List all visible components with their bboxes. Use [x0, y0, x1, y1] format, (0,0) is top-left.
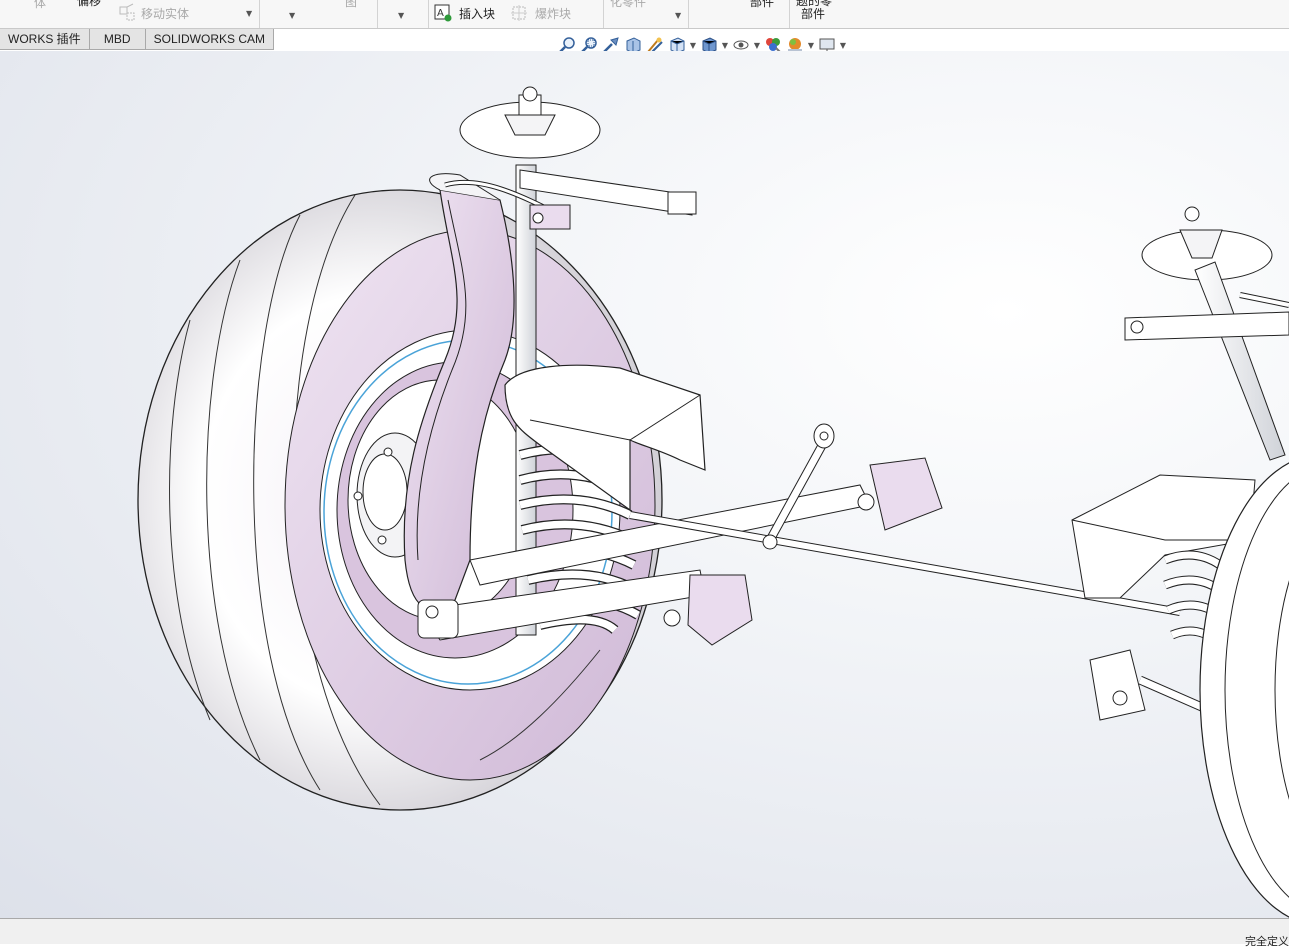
view-settings-dropdown-icon[interactable]: ▼ — [838, 41, 848, 50]
move-body-button[interactable]: 移动实体 — [141, 5, 189, 22]
tab-solidworks-addins[interactable]: WORKS 插件 — [0, 29, 90, 50]
suspension-assembly-model — [137, 86, 1289, 918]
top-part-label-2[interactable]: 部件 — [801, 5, 825, 22]
ribbon-dropdown-icon[interactable]: ▼ — [289, 11, 295, 20]
explode-block-button[interactable]: 爆炸块 — [535, 5, 571, 22]
ribbon-partial-label-2[interactable]: 化零件 — [610, 0, 646, 10]
view-orientation-dropdown-icon[interactable]: ▼ — [688, 41, 698, 50]
right-suspension — [1071, 206, 1289, 918]
insert-block-icon: A — [434, 4, 452, 25]
tab-mbd[interactable]: MBD — [89, 29, 146, 50]
command-manager-ribbon: 体 偏移 移动实体 ▼ ▼ 图 ▼ A 插入块 爆炸块 化零件 ▼ 部件 题的零… — [0, 0, 1289, 29]
svg-text:A: A — [437, 8, 444, 19]
command-manager-tabs: WORKS 插件 MBD SOLIDWORKS CAM — [0, 29, 275, 51]
ribbon-dropdown-icon-2[interactable]: ▼ — [398, 11, 404, 20]
ribbon-dropdown-icon-3[interactable]: ▼ — [675, 11, 681, 20]
status-bar: 完全定义 — [0, 918, 1289, 948]
insert-block-button[interactable]: 插入块 — [459, 5, 495, 22]
explode-block-icon — [510, 4, 528, 25]
ribbon-partial-label[interactable]: 图 — [345, 0, 357, 10]
offset-button[interactable]: 偏移 — [77, 0, 101, 9]
display-style-dropdown-icon[interactable]: ▼ — [720, 41, 730, 50]
apply-scene-dropdown-icon[interactable]: ▼ — [806, 41, 816, 50]
hide-show-dropdown-icon[interactable]: ▼ — [752, 41, 762, 50]
move-body-icon — [118, 3, 136, 24]
tab-solidworks-cam[interactable]: SOLIDWORKS CAM — [145, 29, 275, 50]
graphics-area[interactable] — [0, 51, 1289, 918]
ribbon-cut-label[interactable]: 体 — [34, 0, 46, 11]
part-button[interactable]: 部件 — [750, 0, 774, 10]
status-text: 完全定义 — [1245, 935, 1289, 948]
move-body-dropdown-icon[interactable]: ▼ — [246, 9, 252, 18]
